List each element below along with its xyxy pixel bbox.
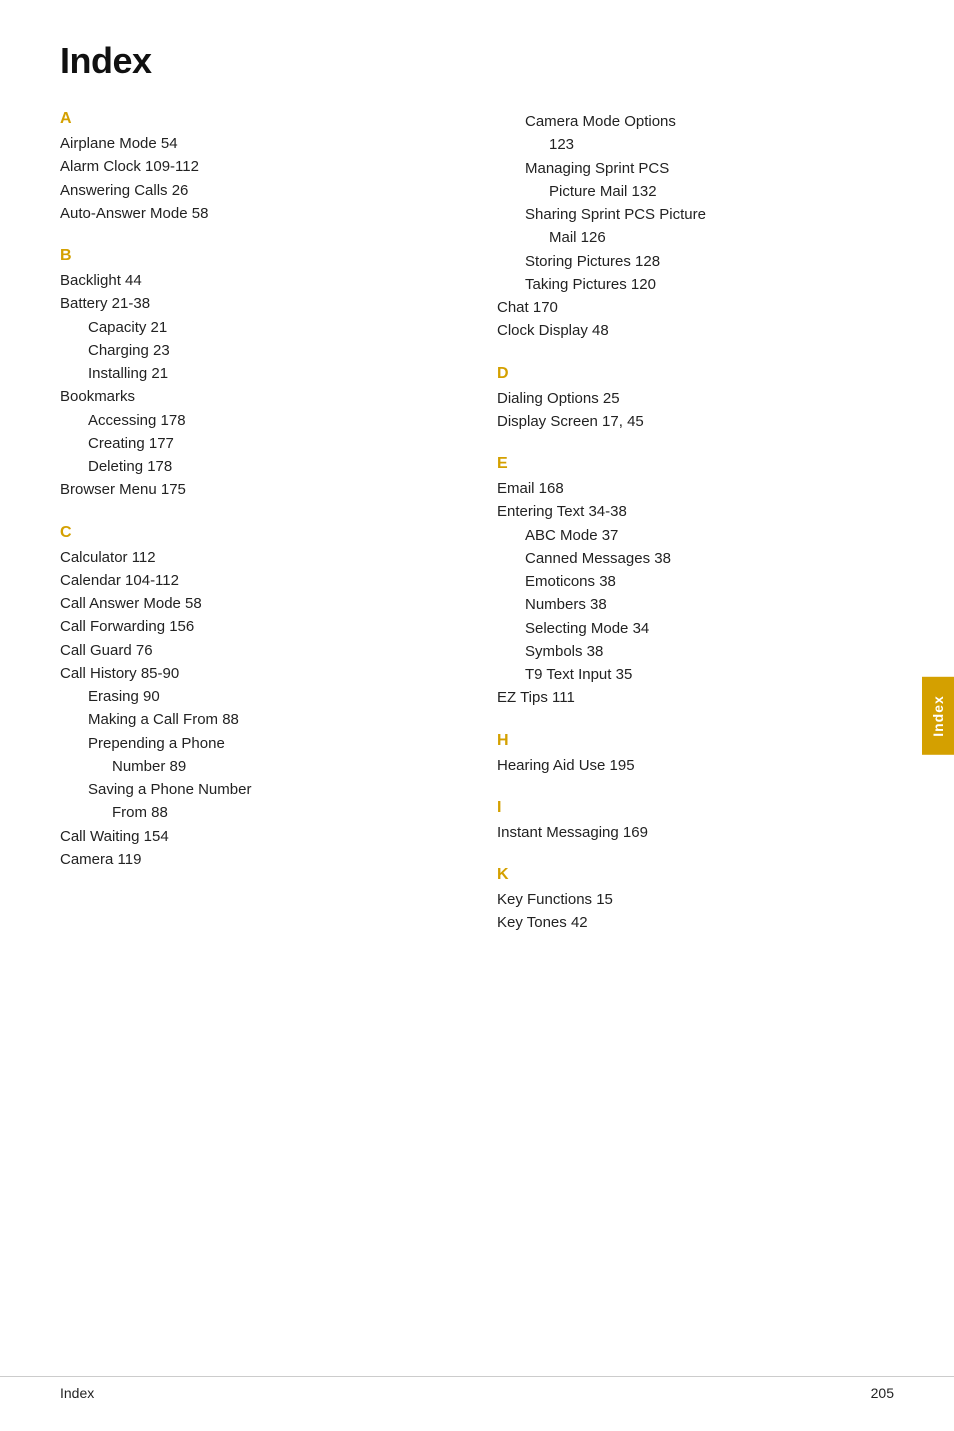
list-item: Saving a Phone Number [60,778,457,801]
list-item: Chat 170 [497,296,894,319]
list-item: Emoticons 38 [497,570,894,593]
list-item: Mail 126 [497,226,894,249]
page-container: Index A Airplane Mode 54 Alarm Clock 109… [0,0,954,1431]
list-item: Browser Menu 175 [60,478,457,501]
list-item: Selecting Mode 34 [497,617,894,640]
list-item: Calculator 112 [60,546,457,569]
list-item: Email 168 [497,477,894,500]
list-item: Storing Pictures 128 [497,250,894,273]
list-item: Dialing Options 25 [497,387,894,410]
list-item: Capacity 21 [60,316,457,339]
section-header-C: C [60,524,457,542]
list-item: Erasing 90 [60,685,457,708]
section-B: B Backlight 44 Battery 21-38 Capacity 21… [60,247,457,502]
list-item: Airplane Mode 54 [60,132,457,155]
list-item: Numbers 38 [497,593,894,616]
right-column: Camera Mode Options 123 Managing Sprint … [497,110,894,957]
list-item: Making a Call From 88 [60,708,457,731]
list-item: Backlight 44 [60,269,457,292]
list-item: Camera 119 [60,848,457,871]
list-item: Accessing 178 [60,409,457,432]
list-item: Call Waiting 154 [60,825,457,848]
list-item: Answering Calls 26 [60,179,457,202]
list-item: Clock Display 48 [497,319,894,342]
section-C: C Calculator 112 Calendar 104-112 Call A… [60,524,457,872]
list-item: Call Answer Mode 58 [60,592,457,615]
list-item: Key Functions 15 [497,888,894,911]
list-item: Call Guard 76 [60,639,457,662]
list-item: Hearing Aid Use 195 [497,754,894,777]
list-item: Taking Pictures 120 [497,273,894,296]
footer-left-label: Index [60,1385,94,1401]
list-item: Managing Sprint PCS [497,157,894,180]
section-D: D Dialing Options 25 Display Screen 17, … [497,365,894,434]
list-item: Sharing Sprint PCS Picture [497,203,894,226]
list-item: Symbols 38 [497,640,894,663]
list-item: Battery 21-38 [60,292,457,315]
list-item: Key Tones 42 [497,911,894,934]
section-header-A: A [60,110,457,128]
section-K: K Key Functions 15 Key Tones 42 [497,866,894,935]
list-item: Calendar 104-112 [60,569,457,592]
list-item: Deleting 178 [60,455,457,478]
section-camera-sub: Camera Mode Options 123 Managing Sprint … [497,110,894,343]
list-item: Alarm Clock 109-112 [60,155,457,178]
index-side-tab: Index [922,677,954,755]
list-item: Installing 21 [60,362,457,385]
list-item: Picture Mail 132 [497,180,894,203]
list-item: 123 [497,133,894,156]
section-header-D: D [497,365,894,383]
list-item: Creating 177 [60,432,457,455]
list-item: Entering Text 34-38 [497,500,894,523]
list-item: Prepending a Phone [60,732,457,755]
list-item: EZ Tips 111 [497,686,894,709]
section-header-H: H [497,732,894,750]
list-item: ABC Mode 37 [497,524,894,547]
list-item: Call History 85-90 [60,662,457,685]
section-A: A Airplane Mode 54 Alarm Clock 109-112 A… [60,110,457,225]
left-column: A Airplane Mode 54 Alarm Clock 109-112 A… [60,110,457,893]
page-footer: Index 205 [0,1376,954,1401]
list-item: Camera Mode Options [497,110,894,133]
list-item: Canned Messages 38 [497,547,894,570]
section-header-I: I [497,799,894,817]
page-title: Index [60,40,894,82]
list-item: Bookmarks [60,385,457,408]
list-item: T9 Text Input 35 [497,663,894,686]
list-item: Display Screen 17, 45 [497,410,894,433]
list-item: Call Forwarding 156 [60,615,457,638]
section-E: E Email 168 Entering Text 34-38 ABC Mode… [497,455,894,710]
section-header-K: K [497,866,894,884]
footer-right-page-number: 205 [871,1385,894,1401]
list-item: From 88 [60,801,457,824]
list-item: Auto-Answer Mode 58 [60,202,457,225]
list-item: Instant Messaging 169 [497,821,894,844]
list-item: Charging 23 [60,339,457,362]
section-I: I Instant Messaging 169 [497,799,894,844]
list-item: Number 89 [60,755,457,778]
section-header-E: E [497,455,894,473]
section-H: H Hearing Aid Use 195 [497,732,894,777]
section-header-B: B [60,247,457,265]
two-col-layout: A Airplane Mode 54 Alarm Clock 109-112 A… [60,110,894,957]
